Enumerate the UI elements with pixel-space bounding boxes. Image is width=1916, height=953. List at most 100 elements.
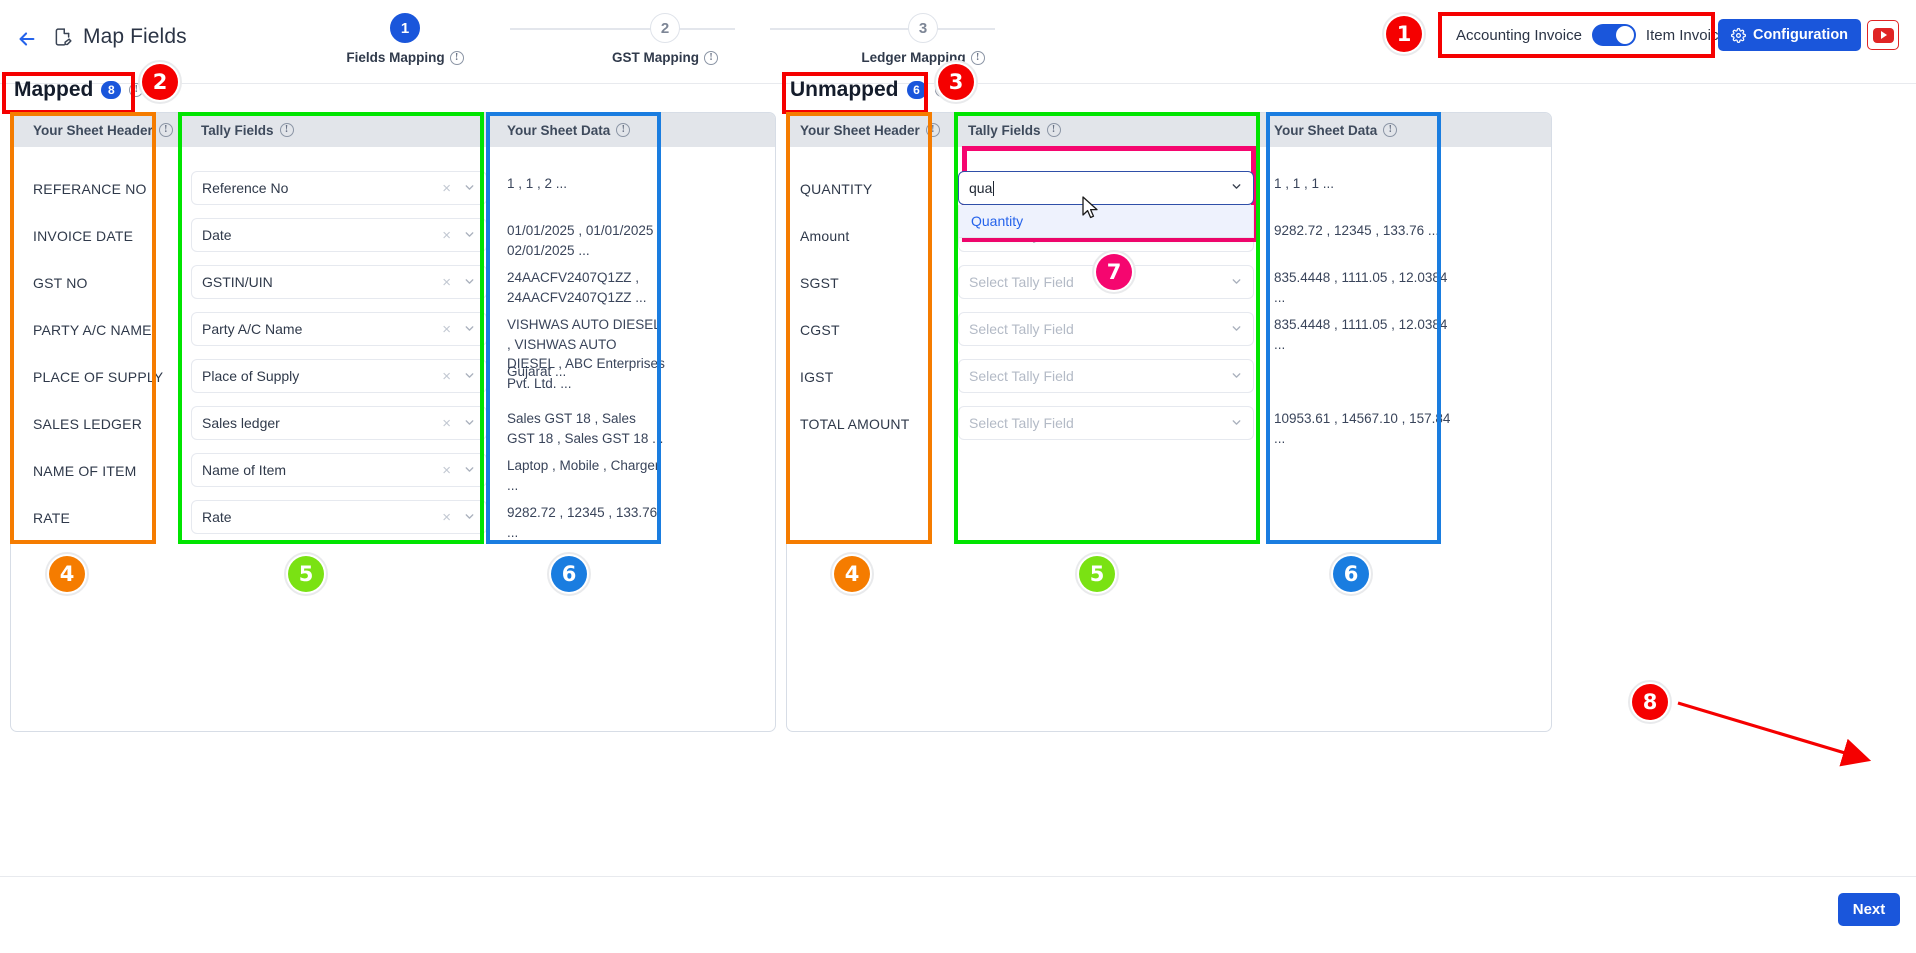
tally-field-value: Party A/C Name	[202, 321, 303, 337]
tally-field-value: Place of Supply	[202, 368, 300, 384]
stepper-number-1: 1	[390, 13, 420, 43]
tally-field-select[interactable]: Select Tally Field	[958, 265, 1254, 299]
col-label: Your Sheet Data	[507, 122, 611, 138]
unmapped-rows-grid: QUANTITY 1 , 1 , 1 ... Amount Select Tally …	[787, 147, 1551, 731]
info-icon[interactable]: !	[616, 123, 631, 137]
chevron-down-icon	[1232, 325, 1241, 331]
info-icon[interactable]: !	[449, 50, 464, 65]
switch-knob	[1615, 26, 1634, 44]
sheet-data-cell: Laptop , Mobile , Charger ...	[507, 458, 660, 493]
chevron-down-icon	[465, 372, 474, 378]
chevron-down-icon[interactable]	[463, 181, 476, 196]
tally-field-select[interactable]: Party A/C Name ×	[191, 312, 487, 346]
unmapped-section-title: Unmapped 6 !	[790, 78, 949, 102]
info-icon[interactable]: !	[1383, 123, 1398, 137]
tally-field-select[interactable]: Rate ×	[191, 500, 487, 534]
tally-field-value: Rate	[202, 509, 232, 525]
tally-field-value: GSTIN/UIN	[202, 274, 273, 290]
stepper-step-gst-mapping[interactable]: 2 GST Mapping !	[605, 8, 725, 65]
unmapped-col-sheet-data: Your Sheet Data !	[1274, 113, 1398, 147]
dropdown-option[interactable]: Quantity	[959, 205, 1253, 237]
chevron-down-icon[interactable]	[463, 416, 476, 431]
tally-field-value: Date	[202, 227, 232, 243]
sheet-header-cell: SALES LEDGER	[33, 416, 142, 432]
mapped-col-sheet-data: Your Sheet Data !	[507, 113, 631, 147]
tally-field-select[interactable]: GSTIN/UIN ×	[191, 265, 487, 299]
chevron-down-icon[interactable]	[463, 228, 476, 243]
tally-field-select[interactable]: Name of Item ×	[191, 453, 487, 487]
chevron-down-icon	[1232, 184, 1241, 189]
clear-x-icon[interactable]: ×	[442, 274, 451, 291]
chevron-down-icon[interactable]	[1230, 180, 1243, 196]
clear-x-icon[interactable]: ×	[442, 462, 451, 479]
unmapped-col-tally-fields: Tally Fields !	[968, 113, 1061, 147]
sheet-data-cell: 01/01/2025 , 01/01/2025 , 02/01/2025 ...	[507, 223, 661, 258]
sheet-header-cell: SGST	[800, 275, 839, 291]
tally-field-select[interactable]: Select Tally Field	[958, 406, 1254, 440]
top-header-bar: Map Fields 1 Fields Mapping ! 2 GST Mapp…	[0, 0, 1916, 84]
chevron-down-icon[interactable]	[1230, 369, 1243, 384]
stepper-step-fields-mapping[interactable]: 1 Fields Mapping !	[345, 8, 465, 65]
chevron-down-icon[interactable]	[1230, 322, 1243, 337]
unmapped-title-text: Unmapped	[790, 78, 899, 101]
unmapped-panel: Your Sheet Header ! Tally Fields ! Your …	[786, 112, 1552, 732]
chevron-down-icon	[1232, 278, 1241, 284]
stepper-label-3: Ledger Mapping	[861, 50, 966, 65]
chevron-down-icon	[465, 278, 474, 284]
chevron-down-icon[interactable]	[1230, 275, 1243, 290]
clear-x-icon[interactable]: ×	[442, 415, 451, 432]
page-title: Map Fields	[83, 25, 187, 48]
tally-field-search-value: qua	[969, 180, 1230, 196]
configuration-label: Configuration	[1753, 27, 1849, 43]
mapped-col-tally-fields: Tally Fields !	[201, 113, 294, 147]
configuration-button[interactable]: Configuration	[1718, 19, 1862, 51]
info-icon[interactable]: !	[129, 83, 144, 97]
chevron-down-icon[interactable]	[463, 275, 476, 290]
sheet-data-cell: 1 , 1 , 1 ...	[1274, 176, 1335, 191]
back-button[interactable]	[10, 22, 44, 56]
chevron-down-icon[interactable]	[463, 463, 476, 478]
info-icon[interactable]: !	[158, 123, 173, 137]
chevron-down-icon[interactable]	[1230, 416, 1243, 431]
next-button[interactable]: Next	[1838, 893, 1900, 926]
info-icon[interactable]: !	[1046, 123, 1061, 137]
info-icon[interactable]: !	[279, 123, 294, 137]
clear-x-icon[interactable]: ×	[442, 509, 451, 526]
tally-field-select[interactable]: Select Tally Field	[958, 359, 1254, 393]
chevron-down-icon[interactable]	[463, 322, 476, 337]
chevron-down-icon[interactable]	[463, 510, 476, 525]
stepper-step-ledger-mapping[interactable]: 3 Ledger Mapping !	[861, 8, 985, 65]
tally-field-search-input[interactable]: qua	[958, 171, 1254, 205]
footer-bar: Next	[0, 876, 1916, 953]
sheet-data-cell: 24AACFV2407Q1ZZ , 24AACFV2407Q1ZZ ...	[507, 270, 647, 305]
clear-x-icon[interactable]: ×	[442, 180, 451, 197]
tally-field-select[interactable]: Place of Supply ×	[191, 359, 487, 393]
document-edit-icon	[52, 26, 73, 53]
info-icon[interactable]: !	[704, 50, 718, 65]
stepper-number-3: 3	[908, 13, 938, 43]
annotation-arrow-to-next	[1677, 701, 1872, 767]
sheet-data-cell: 1 , 1 , 2 ...	[507, 176, 568, 191]
tally-field-select[interactable]: Select Tally Field	[958, 312, 1254, 346]
info-icon[interactable]: !	[934, 83, 949, 97]
tally-field-select[interactable]: Date ×	[191, 218, 487, 252]
chevron-down-icon[interactable]	[463, 369, 476, 384]
clear-x-icon[interactable]: ×	[442, 227, 451, 244]
invoice-type-toggle-group[interactable]: Accounting Invoice Item Invoice	[1444, 18, 1739, 52]
info-icon[interactable]: !	[970, 50, 985, 65]
sheet-data-cell: Sales GST 18 , Sales GST 18 , Sales GST …	[507, 411, 664, 446]
clear-x-icon[interactable]: ×	[442, 321, 451, 338]
youtube-help-button[interactable]	[1867, 20, 1899, 50]
sheet-header-cell: PARTY A/C NAME	[33, 322, 152, 338]
tally-field-value: Select Tally Field	[969, 368, 1074, 384]
unmapped-col-sheet-header: Your Sheet Header !	[800, 113, 940, 147]
info-icon[interactable]: !	[925, 123, 940, 137]
tally-field-select[interactable]: Sales ledger ×	[191, 406, 487, 440]
tally-field-select[interactable]: Reference No ×	[191, 171, 487, 205]
mapped-title-text: Mapped	[14, 78, 94, 101]
tally-field-value: Reference No	[202, 180, 289, 196]
sheet-header-cell: CGST	[800, 322, 840, 338]
invoice-type-switch[interactable]	[1591, 24, 1636, 46]
clear-x-icon[interactable]: ×	[442, 368, 451, 385]
sheet-header-cell: NAME OF ITEM	[33, 463, 137, 479]
